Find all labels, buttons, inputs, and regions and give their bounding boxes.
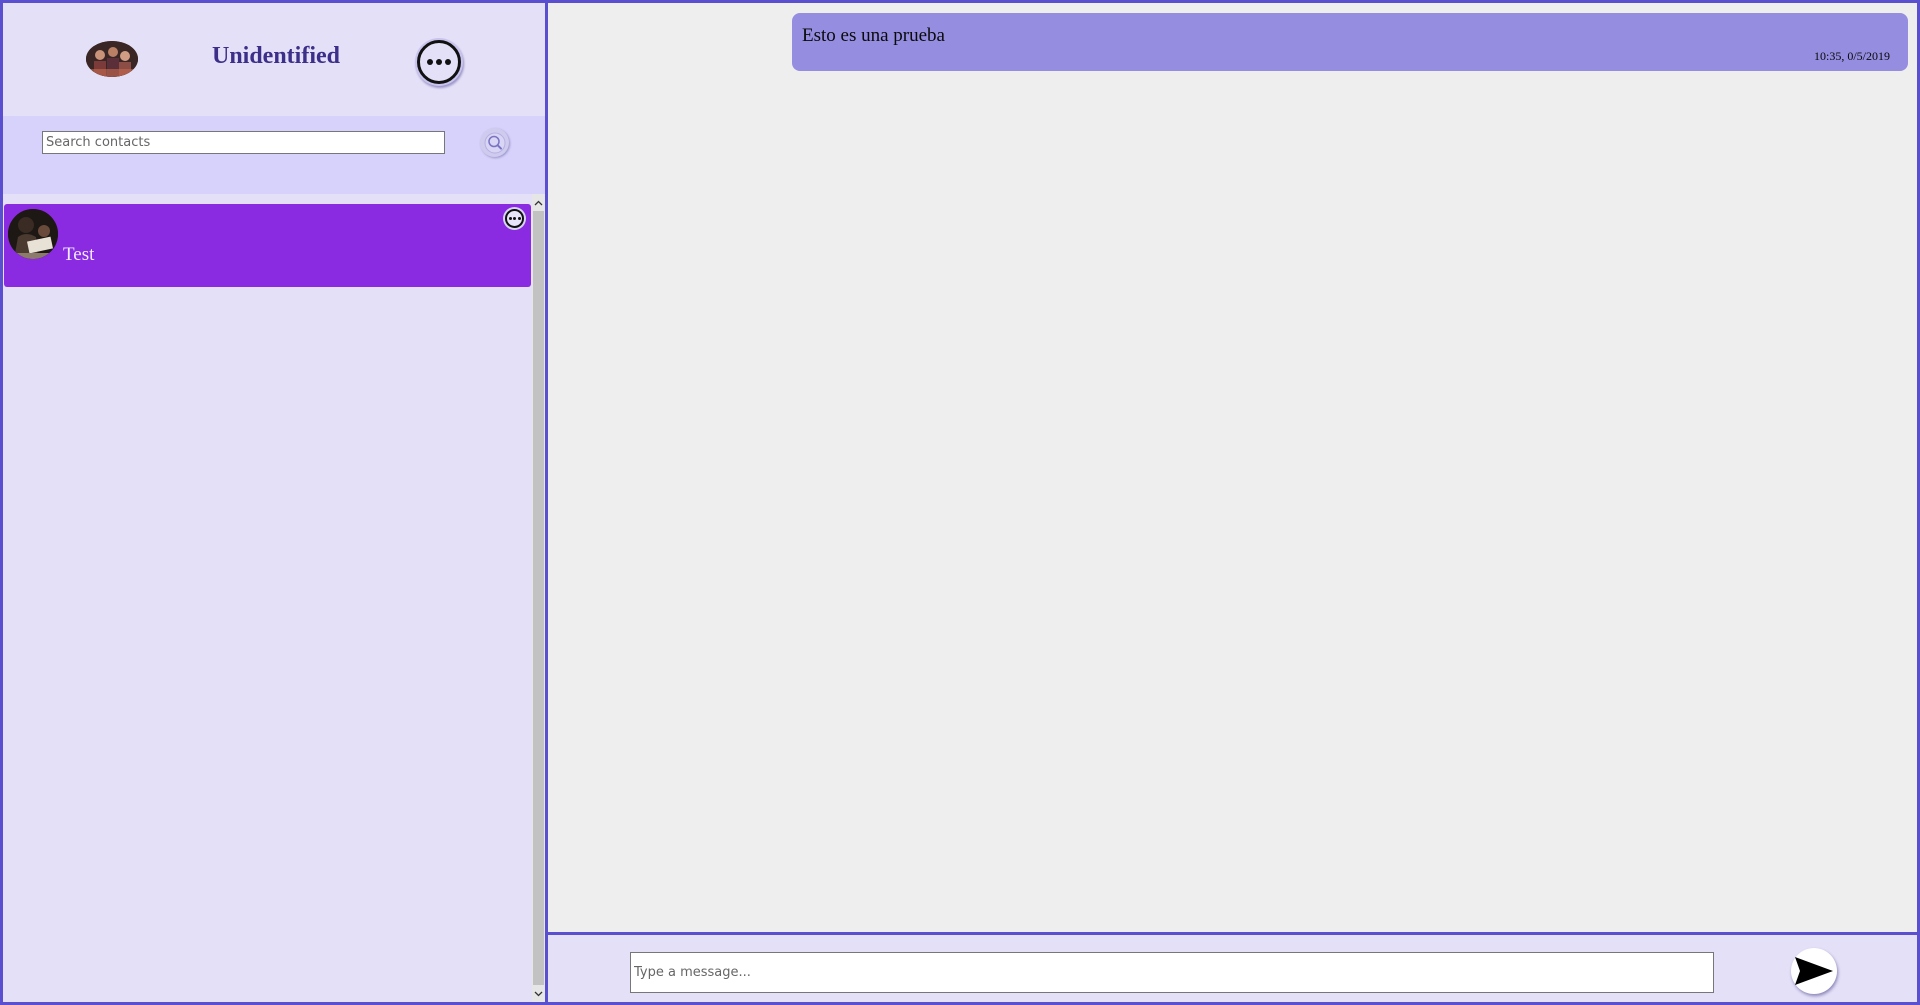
search-input[interactable] (42, 131, 445, 154)
more-options-button[interactable] (415, 38, 463, 86)
scroll-up-arrow-icon[interactable] (532, 194, 545, 211)
more-options-icon (417, 40, 461, 84)
scroll-thumb[interactable] (533, 211, 544, 985)
scroll-down-arrow-icon[interactable] (532, 985, 545, 1002)
more-options-icon (505, 209, 524, 228)
contact-item[interactable]: Test (4, 204, 531, 287)
sidebar: Unidentified Search contacts Test (0, 0, 548, 1005)
profile-name: Unidentified (211, 43, 340, 69)
contact-options-button[interactable] (503, 207, 526, 230)
chat-messages-area: Esto es una prueba 10:35, 0/5/2019 (548, 0, 1920, 934)
contacts-scrollbar[interactable] (532, 194, 545, 1002)
send-arrow-icon (1795, 957, 1833, 985)
message-timestamp: 10:35, 0/5/2019 (1813, 49, 1890, 63)
contact-name: Test (63, 244, 95, 265)
user-avatar-icon[interactable] (86, 41, 138, 77)
contact-avatar-icon (8, 209, 58, 259)
message-text: Esto es una prueba (802, 25, 945, 46)
search-bar (3, 116, 545, 194)
search-button[interactable] (480, 128, 509, 157)
send-button[interactable] (1791, 948, 1837, 994)
contacts-list: Test (3, 194, 545, 1002)
message-bubble: Esto es una prueba 10:35, 0/5/2019 (792, 13, 1908, 71)
search-icon (484, 132, 505, 153)
message-composer (548, 932, 1920, 1005)
message-input[interactable] (630, 952, 1714, 993)
profile-header: Unidentified (3, 3, 545, 116)
